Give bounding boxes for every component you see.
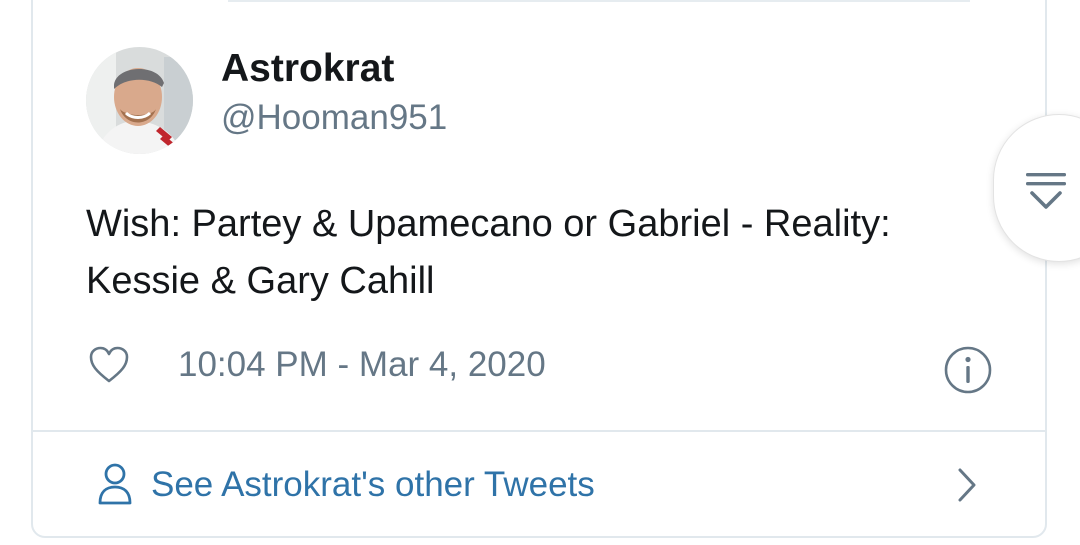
tweet-text-line: Wish: Partey & Upamecano or Gabriel - Re… (86, 203, 891, 245)
see-other-tweets-label: See Astrokrat's other Tweets (151, 465, 595, 504)
heart-outline-icon[interactable] (88, 345, 130, 385)
info-circle-icon[interactable] (943, 345, 993, 395)
screen: Astrokrat @Hooman951 Wish: Partey & Upam… (0, 0, 1080, 545)
chevron-right-icon (951, 465, 981, 505)
top-divider (228, 0, 970, 2)
display-name[interactable]: Astrokrat (221, 47, 394, 91)
avatar[interactable] (86, 47, 193, 154)
tweet-text: Wish: Partey & Upamecano or Gabriel - Re… (86, 196, 986, 310)
tweet-timestamp[interactable]: 10:04 PM - Mar 4, 2020 (178, 345, 546, 385)
person-icon (97, 462, 133, 506)
see-other-tweets-link[interactable]: See Astrokrat's other Tweets (33, 432, 1045, 536)
user-handle[interactable]: @Hooman951 (221, 98, 447, 138)
collapse-filter-icon (1024, 171, 1068, 217)
tweet-text-line: Kessie & Gary Cahill (86, 260, 435, 302)
